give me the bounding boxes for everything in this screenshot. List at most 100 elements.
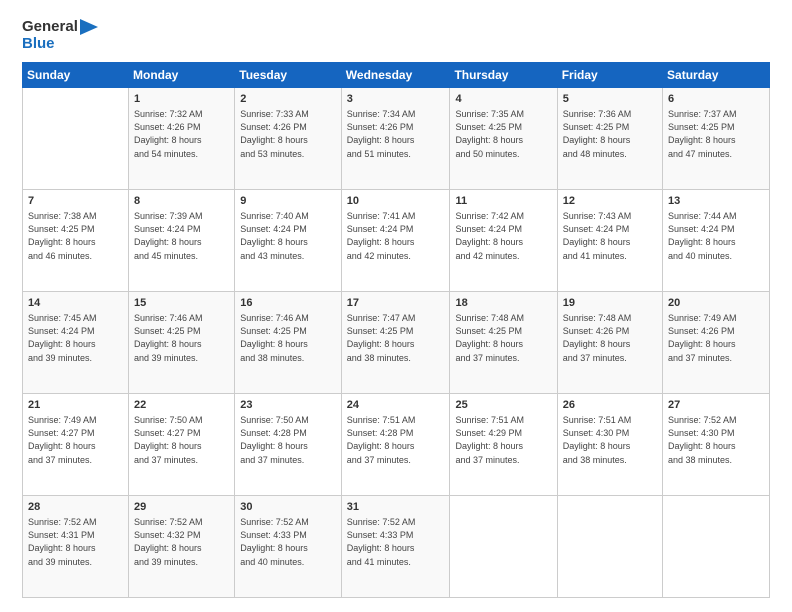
day-info: Sunrise: 7:43 AM Sunset: 4:24 PM Dayligh… [563,210,657,262]
day-number: 9 [240,194,336,209]
day-info: Sunrise: 7:50 AM Sunset: 4:28 PM Dayligh… [240,414,336,466]
day-number: 20 [668,296,764,311]
day-cell: 7Sunrise: 7:38 AM Sunset: 4:25 PM Daylig… [23,190,129,292]
day-cell [663,496,770,598]
day-number: 2 [240,92,336,107]
day-number: 13 [668,194,764,209]
weekday-header-row: SundayMondayTuesdayWednesdayThursdayFrid… [23,63,770,88]
day-cell: 13Sunrise: 7:44 AM Sunset: 4:24 PM Dayli… [663,190,770,292]
day-number: 27 [668,398,764,413]
day-cell [557,496,662,598]
day-number: 30 [240,500,336,515]
page: General Blue SundayMondayTuesdayWednesda… [0,0,792,612]
day-cell: 27Sunrise: 7:52 AM Sunset: 4:30 PM Dayli… [663,394,770,496]
weekday-header-thursday: Thursday [450,63,557,88]
weekday-header-monday: Monday [129,63,235,88]
day-info: Sunrise: 7:49 AM Sunset: 4:27 PM Dayligh… [28,414,123,466]
day-number: 15 [134,296,229,311]
day-info: Sunrise: 7:42 AM Sunset: 4:24 PM Dayligh… [455,210,551,262]
day-number: 14 [28,296,123,311]
day-info: Sunrise: 7:49 AM Sunset: 4:26 PM Dayligh… [668,312,764,364]
day-number: 21 [28,398,123,413]
day-info: Sunrise: 7:52 AM Sunset: 4:30 PM Dayligh… [668,414,764,466]
week-row-5: 28Sunrise: 7:52 AM Sunset: 4:31 PM Dayli… [23,496,770,598]
calendar: SundayMondayTuesdayWednesdayThursdayFrid… [22,62,770,598]
day-cell [450,496,557,598]
day-cell [23,88,129,190]
day-cell: 8Sunrise: 7:39 AM Sunset: 4:24 PM Daylig… [129,190,235,292]
day-number: 6 [668,92,764,107]
day-info: Sunrise: 7:32 AM Sunset: 4:26 PM Dayligh… [134,108,229,160]
day-info: Sunrise: 7:46 AM Sunset: 4:25 PM Dayligh… [134,312,229,364]
day-info: Sunrise: 7:48 AM Sunset: 4:26 PM Dayligh… [563,312,657,364]
day-cell: 30Sunrise: 7:52 AM Sunset: 4:33 PM Dayli… [235,496,342,598]
day-info: Sunrise: 7:51 AM Sunset: 4:28 PM Dayligh… [347,414,445,466]
day-cell: 17Sunrise: 7:47 AM Sunset: 4:25 PM Dayli… [341,292,450,394]
weekday-header-saturday: Saturday [663,63,770,88]
logo-blue: Blue [22,35,55,52]
day-cell: 25Sunrise: 7:51 AM Sunset: 4:29 PM Dayli… [450,394,557,496]
day-cell: 18Sunrise: 7:48 AM Sunset: 4:25 PM Dayli… [450,292,557,394]
day-number: 31 [347,500,445,515]
day-info: Sunrise: 7:39 AM Sunset: 4:24 PM Dayligh… [134,210,229,262]
day-cell: 5Sunrise: 7:36 AM Sunset: 4:25 PM Daylig… [557,88,662,190]
day-cell: 3Sunrise: 7:34 AM Sunset: 4:26 PM Daylig… [341,88,450,190]
day-info: Sunrise: 7:37 AM Sunset: 4:25 PM Dayligh… [668,108,764,160]
day-number: 8 [134,194,229,209]
day-info: Sunrise: 7:46 AM Sunset: 4:25 PM Dayligh… [240,312,336,364]
day-number: 29 [134,500,229,515]
day-cell: 21Sunrise: 7:49 AM Sunset: 4:27 PM Dayli… [23,394,129,496]
day-info: Sunrise: 7:47 AM Sunset: 4:25 PM Dayligh… [347,312,445,364]
day-cell: 9Sunrise: 7:40 AM Sunset: 4:24 PM Daylig… [235,190,342,292]
day-info: Sunrise: 7:41 AM Sunset: 4:24 PM Dayligh… [347,210,445,262]
day-number: 7 [28,194,123,209]
day-info: Sunrise: 7:51 AM Sunset: 4:30 PM Dayligh… [563,414,657,466]
weekday-header-tuesday: Tuesday [235,63,342,88]
day-info: Sunrise: 7:51 AM Sunset: 4:29 PM Dayligh… [455,414,551,466]
logo-arrow-icon [80,19,98,35]
day-cell: 14Sunrise: 7:45 AM Sunset: 4:24 PM Dayli… [23,292,129,394]
day-number: 24 [347,398,445,413]
day-cell: 26Sunrise: 7:51 AM Sunset: 4:30 PM Dayli… [557,394,662,496]
day-number: 25 [455,398,551,413]
day-cell: 28Sunrise: 7:52 AM Sunset: 4:31 PM Dayli… [23,496,129,598]
logo: General Blue [22,18,98,52]
day-info: Sunrise: 7:44 AM Sunset: 4:24 PM Dayligh… [668,210,764,262]
day-number: 19 [563,296,657,311]
day-cell: 20Sunrise: 7:49 AM Sunset: 4:26 PM Dayli… [663,292,770,394]
day-number: 18 [455,296,551,311]
day-cell: 19Sunrise: 7:48 AM Sunset: 4:26 PM Dayli… [557,292,662,394]
day-info: Sunrise: 7:52 AM Sunset: 4:33 PM Dayligh… [347,516,445,568]
day-info: Sunrise: 7:52 AM Sunset: 4:31 PM Dayligh… [28,516,123,568]
day-number: 26 [563,398,657,413]
day-info: Sunrise: 7:50 AM Sunset: 4:27 PM Dayligh… [134,414,229,466]
day-info: Sunrise: 7:48 AM Sunset: 4:25 PM Dayligh… [455,312,551,364]
day-info: Sunrise: 7:52 AM Sunset: 4:32 PM Dayligh… [134,516,229,568]
day-cell: 11Sunrise: 7:42 AM Sunset: 4:24 PM Dayli… [450,190,557,292]
day-info: Sunrise: 7:45 AM Sunset: 4:24 PM Dayligh… [28,312,123,364]
day-cell: 12Sunrise: 7:43 AM Sunset: 4:24 PM Dayli… [557,190,662,292]
weekday-header-wednesday: Wednesday [341,63,450,88]
day-cell: 22Sunrise: 7:50 AM Sunset: 4:27 PM Dayli… [129,394,235,496]
day-cell: 29Sunrise: 7:52 AM Sunset: 4:32 PM Dayli… [129,496,235,598]
day-cell: 15Sunrise: 7:46 AM Sunset: 4:25 PM Dayli… [129,292,235,394]
day-info: Sunrise: 7:35 AM Sunset: 4:25 PM Dayligh… [455,108,551,160]
day-number: 11 [455,194,551,209]
day-cell: 16Sunrise: 7:46 AM Sunset: 4:25 PM Dayli… [235,292,342,394]
day-info: Sunrise: 7:33 AM Sunset: 4:26 PM Dayligh… [240,108,336,160]
day-cell: 31Sunrise: 7:52 AM Sunset: 4:33 PM Dayli… [341,496,450,598]
day-number: 4 [455,92,551,107]
day-cell: 24Sunrise: 7:51 AM Sunset: 4:28 PM Dayli… [341,394,450,496]
week-row-1: 1Sunrise: 7:32 AM Sunset: 4:26 PM Daylig… [23,88,770,190]
day-cell: 2Sunrise: 7:33 AM Sunset: 4:26 PM Daylig… [235,88,342,190]
logo-general: General [22,18,78,35]
day-number: 28 [28,500,123,515]
day-info: Sunrise: 7:34 AM Sunset: 4:26 PM Dayligh… [347,108,445,160]
day-number: 5 [563,92,657,107]
day-info: Sunrise: 7:38 AM Sunset: 4:25 PM Dayligh… [28,210,123,262]
weekday-header-friday: Friday [557,63,662,88]
day-number: 22 [134,398,229,413]
weekday-header-sunday: Sunday [23,63,129,88]
week-row-4: 21Sunrise: 7:49 AM Sunset: 4:27 PM Dayli… [23,394,770,496]
day-info: Sunrise: 7:40 AM Sunset: 4:24 PM Dayligh… [240,210,336,262]
